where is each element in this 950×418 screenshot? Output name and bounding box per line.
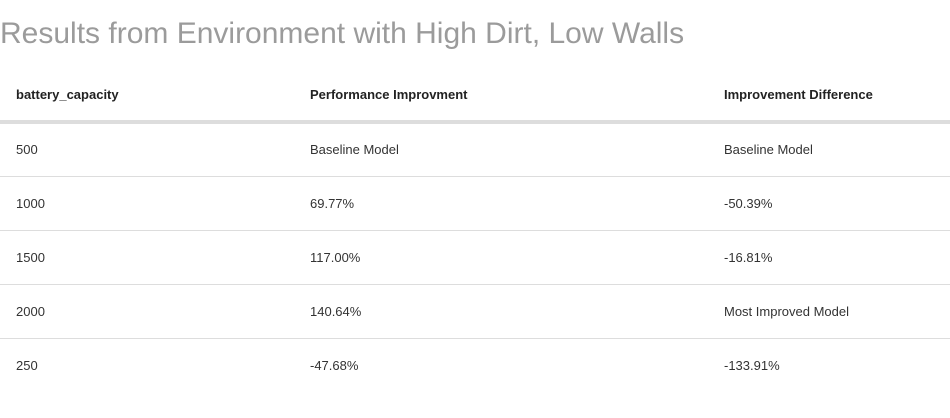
table-row: 2000 140.64% Most Improved Model: [0, 284, 950, 339]
table-cell-performance-improvement: Baseline Model: [294, 122, 708, 177]
table-row: 250 -47.68% -133.91%: [0, 338, 950, 392]
table-cell-battery-capacity: 2000: [0, 284, 294, 339]
table-header: battery_capacity Performance Improvment …: [0, 68, 950, 124]
table-cell-performance-improvement: 117.00%: [294, 230, 708, 285]
column-header-improvement-difference: Improvement Difference: [708, 68, 950, 124]
table-cell-battery-capacity: 1000: [0, 176, 294, 231]
column-header-performance-improvement: Performance Improvment: [294, 68, 708, 124]
table-cell-improvement-difference: -16.81%: [708, 230, 950, 285]
table-row: 1000 69.77% -50.39%: [0, 176, 950, 231]
results-table: battery_capacity Performance Improvment …: [0, 68, 950, 392]
table-cell-improvement-difference: Most Improved Model: [708, 284, 950, 339]
table-cell-performance-improvement: -47.68%: [310, 357, 359, 373]
table-cell-performance-improvement: 69.77%: [294, 176, 708, 231]
table-row: 500 Baseline Model Baseline Model: [0, 122, 950, 177]
table-header-row: battery_capacity Performance Improvment …: [0, 68, 950, 124]
table-body: 500 Baseline Model Baseline Model 1000 6…: [0, 122, 950, 392]
table-cell-performance-improvement: 140.64%: [294, 284, 708, 339]
table-cell-improvement-difference: -133.91%: [724, 357, 780, 373]
table-cell-battery-capacity: 250: [16, 357, 38, 373]
column-header-battery-capacity: battery_capacity: [0, 68, 294, 124]
table-cell-battery-capacity: 500: [0, 122, 294, 177]
table-cell-improvement-difference: -50.39%: [708, 176, 950, 231]
table-cell-improvement-difference: Baseline Model: [708, 122, 950, 177]
table-cell-battery-capacity: 1500: [0, 230, 294, 285]
page-title: Results from Environment with High Dirt,…: [0, 17, 685, 50]
table-row: 1500 117.00% -16.81%: [0, 230, 950, 285]
